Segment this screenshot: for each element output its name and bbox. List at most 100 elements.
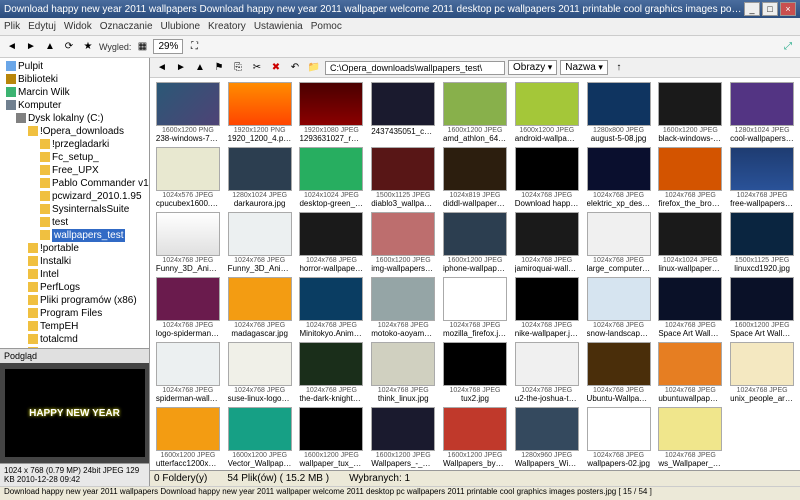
thumbnail[interactable]: 1024x768 JPEGmotoko-aoyama-ani... bbox=[369, 277, 437, 338]
refresh-icon[interactable]: ⟳ bbox=[61, 39, 77, 55]
menu-ustawienia[interactable]: Ustawienia bbox=[254, 21, 303, 32]
thumbnail[interactable]: 1024x819 JPEGdiddl-wallpapers.jpeg bbox=[441, 147, 509, 208]
cut-icon[interactable]: ✂ bbox=[249, 60, 265, 76]
filter-select[interactable]: Obrazy ▾ bbox=[508, 60, 557, 75]
tree-item[interactable]: SysinternalsSuite bbox=[2, 203, 147, 216]
folder-tree[interactable]: PulpitBibliotekiMarcin WilkKomputerDysk … bbox=[0, 58, 149, 348]
thumbnail[interactable]: 1024x768 JPEGu2-the-joshua-tree-... bbox=[513, 342, 581, 403]
nav-up-icon[interactable]: ▲ bbox=[192, 60, 208, 76]
thumbnail[interactable]: 1600x1200 JPEGVector_Wallpapers_... bbox=[226, 407, 294, 468]
favorite-icon[interactable]: ⚑ bbox=[211, 60, 227, 76]
thumbnail[interactable]: 1024x768 JPEGlarge_computer_001... bbox=[585, 212, 653, 273]
delete-icon[interactable]: ✖ bbox=[268, 60, 284, 76]
tree-item[interactable]: pcwizard_2010.1.95 bbox=[2, 190, 147, 203]
thumbnail[interactable]: 1024x768 JPEGDownload happy ne... bbox=[513, 147, 581, 208]
tree-item[interactable]: Fc_setup_ bbox=[2, 151, 147, 164]
nav-fwd-icon[interactable]: ► bbox=[173, 60, 189, 76]
thumbnail[interactable]: 1024x768 JPEGelektric_xp_desktop_... bbox=[585, 147, 653, 208]
preview-image[interactable]: HAPPY NEW YEAR bbox=[5, 369, 145, 457]
thumbnail[interactable]: 2437435051_c7a6f46a... bbox=[369, 82, 437, 143]
thumbnail[interactable]: 1024x768 JPEGSpace Art Wallpaper... bbox=[656, 277, 724, 338]
tree-item[interactable]: Instalki bbox=[2, 255, 147, 268]
tree-item[interactable]: Program Files bbox=[2, 307, 147, 320]
thumbnail[interactable]: 1600x1200 JPEGWallpapers_-_Black_... bbox=[369, 407, 437, 468]
thumbnail[interactable]: 1600x1200 JPEGwallpaper_tux_1600.j... bbox=[298, 407, 366, 468]
forward-icon[interactable]: ► bbox=[23, 39, 39, 55]
favorites-icon[interactable]: ★ bbox=[80, 39, 96, 55]
tree-item[interactable]: Pulpit bbox=[2, 60, 147, 73]
menu-edytuj[interactable]: Edytuj bbox=[28, 21, 56, 32]
sort-asc-icon[interactable]: ↑ bbox=[611, 60, 627, 76]
tree-item[interactable]: Pablo Commander v14 pl(dobreprogramy.pl) bbox=[2, 177, 147, 190]
menu-pomoc[interactable]: Pomoc bbox=[311, 21, 342, 32]
menu-oznaczanie[interactable]: Oznaczanie bbox=[100, 21, 153, 32]
tree-item[interactable]: Biblioteki bbox=[2, 73, 147, 86]
tree-item[interactable]: Marcin Wilk bbox=[2, 86, 147, 99]
thumbnail[interactable]: 1024x768 JPEGmozilla_firefox.jpg bbox=[441, 277, 509, 338]
tree-item[interactable]: Free_UPX bbox=[2, 164, 147, 177]
tree-item[interactable]: !portable bbox=[2, 242, 147, 255]
thumbnail[interactable]: 1024x768 JPEGthe-dark-knight-wall... bbox=[298, 342, 366, 403]
tree-item[interactable]: wallpapers_test bbox=[2, 229, 147, 242]
thumbnail[interactable]: 1500x1125 JPEGdiablo3_wallpapers-... bbox=[369, 147, 437, 208]
thumb-view-icon[interactable]: ▦ bbox=[134, 39, 150, 55]
address-path[interactable]: C:\Opera_downloads\wallpapers_test\ bbox=[325, 61, 505, 75]
thumbnail[interactable]: 1024x768 JPEGws_Wallpaper_remin... bbox=[656, 407, 724, 468]
thumbnail[interactable]: 1024x768 JPEGFunny_3D_Animals_... bbox=[154, 212, 222, 273]
thumbnail[interactable]: 1024x768 JPEGubuntuwallpapers-c... bbox=[656, 342, 724, 403]
expand-icon[interactable]: ⤢ bbox=[780, 39, 796, 55]
thumbnail[interactable]: 1280x1024 JPEGdarkaurora.jpg bbox=[226, 147, 294, 208]
tree-item[interactable]: !Opera_downloads bbox=[2, 125, 147, 138]
tree-item[interactable]: !przegladarki bbox=[2, 138, 147, 151]
thumbnail[interactable]: 1024x768 JPEGmadagascar.jpg bbox=[226, 277, 294, 338]
thumbnail[interactable]: 1600x1200 PNG238-windows-7-wall... bbox=[154, 82, 222, 143]
thumbnail[interactable]: 1600x1200 JPEGandroid-wallpaper3_... bbox=[513, 82, 581, 143]
thumbnail[interactable]: 1024x1024 JPEGdesktop-green_socc... bbox=[298, 147, 366, 208]
thumbnail[interactable]: 1024x768 JPEGFunny_3D_Animals_... bbox=[226, 212, 294, 273]
close-button[interactable]: × bbox=[780, 2, 796, 16]
thumbnail[interactable]: 1024x768 JPEGthink_linux.jpg bbox=[369, 342, 437, 403]
thumbnail[interactable]: 1024x768 JPEGfirefox_the_browser_... bbox=[656, 147, 724, 208]
thumbnail[interactable]: 1600x1200 JPEGutterfacc1200x1600.j... bbox=[154, 407, 222, 468]
thumbnail[interactable]: 1024x768 JPEGjamiroquai-wallpape... bbox=[513, 212, 581, 273]
nav-back-icon[interactable]: ◄ bbox=[154, 60, 170, 76]
thumbnail[interactable]: 1024x768 JPEGunix_people_are_hap... bbox=[728, 342, 796, 403]
thumbnail[interactable]: 1024x768 JPEGMinitokyo.Anime.W... bbox=[298, 277, 366, 338]
thumbnail[interactable]: 1024x768 JPEGhorror-wallpapers.jpg bbox=[298, 212, 366, 273]
fullscreen-icon[interactable]: ⛶ bbox=[186, 39, 202, 55]
thumbnail[interactable]: 1280x960 JPEGWallpapers_Window... bbox=[513, 407, 581, 468]
thumbnail[interactable]: 1500x1125 JPEGlinuxcd1920.jpg bbox=[728, 212, 796, 273]
thumbnail[interactable]: 1600x1200 JPEGiphone-wallpaper-2... bbox=[441, 212, 509, 273]
tree-item[interactable]: Intel bbox=[2, 268, 147, 281]
thumbnail[interactable]: 1024x576 JPEGcpucubex1600.jpg bbox=[154, 147, 222, 208]
thumbnail[interactable]: 1024x768 JPEGnike-wallpaper.jpeg bbox=[513, 277, 581, 338]
thumbnail[interactable]: 1024x768 JPEGwallpapers-02.jpg bbox=[585, 407, 653, 468]
undo-icon[interactable]: ↶ bbox=[287, 60, 303, 76]
thumbnail[interactable]: 1600x1200 JPEGamd_athlon_64.jpg bbox=[441, 82, 509, 143]
tree-item[interactable]: TempEH bbox=[2, 320, 147, 333]
thumbnail[interactable]: 1024x768 JPEGsnow-landscape-wall... bbox=[585, 277, 653, 338]
tree-item[interactable]: test bbox=[2, 216, 147, 229]
thumbnail[interactable]: 1024x768 JPEGUbuntu-Wallpaper-L... bbox=[585, 342, 653, 403]
menu-plik[interactable]: Plik bbox=[4, 21, 20, 32]
thumbnail[interactable]: 1600x1200 JPEGimg-wallpapers-k-c... bbox=[369, 212, 437, 273]
thumbnail[interactable]: 1600x1200 JPEGSpace Art Wallpaper... bbox=[728, 277, 796, 338]
thumbnail[interactable]: 1280x800 JPEGaugust-5-08.jpg bbox=[585, 82, 653, 143]
tree-item[interactable]: PerfLogs bbox=[2, 281, 147, 294]
minimize-button[interactable]: _ bbox=[744, 2, 760, 16]
sort-select[interactable]: Nazwa ▾ bbox=[560, 60, 608, 75]
folder-icon[interactable]: 📁 bbox=[306, 60, 322, 76]
thumbnail[interactable]: 1920x1080 JPEG1293631027_red_mot... bbox=[298, 82, 366, 143]
thumbnail[interactable]: 1024x768 JPEGspiderman-wallpape... bbox=[154, 342, 222, 403]
tree-item[interactable]: Pliki programów (x86) bbox=[2, 294, 147, 307]
tree-item[interactable]: Komputer bbox=[2, 99, 147, 112]
thumbnail[interactable]: 1024x768 JPEGtux2.jpg bbox=[441, 342, 509, 403]
up-icon[interactable]: ▲ bbox=[42, 39, 58, 55]
thumbnail[interactable]: 1024x768 JPEGsuse-linux-logo-wall... bbox=[226, 342, 294, 403]
menu-kreatory[interactable]: Kreatory bbox=[208, 21, 246, 32]
thumbnail[interactable]: 1600x1200 JPEGWallpapers_by_Lubel... bbox=[441, 407, 509, 468]
thumbnail[interactable]: 1280x1024 JPEGcool-wallpapers.jpg bbox=[728, 82, 796, 143]
zoom-level[interactable]: 29% bbox=[153, 39, 183, 54]
thumbnail[interactable]: 1024x1024 JPEGlinux-wallpaper-for-... bbox=[656, 212, 724, 273]
thumbnail[interactable]: 1600x1200 JPEGblack-windows-7.jpg bbox=[656, 82, 724, 143]
